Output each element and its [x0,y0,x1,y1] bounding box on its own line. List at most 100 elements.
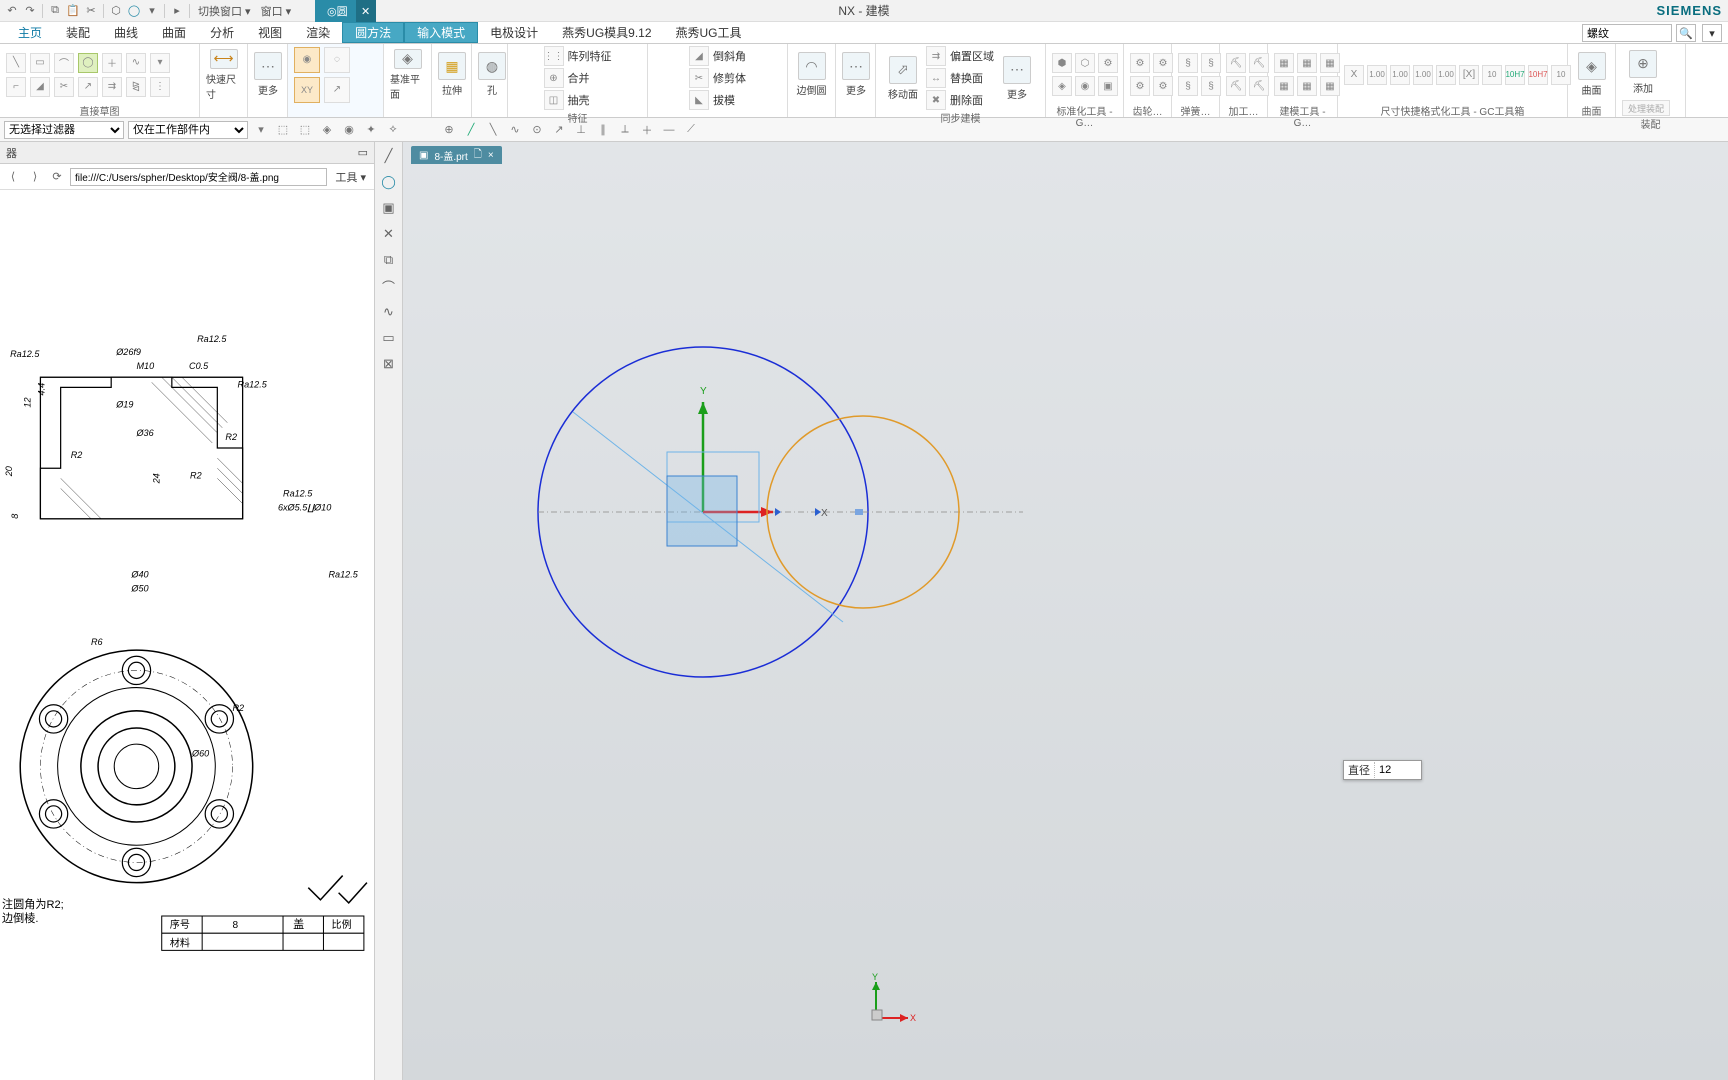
std-tool-icon[interactable]: ◉ [1075,76,1095,96]
tab-render[interactable]: 渲染 [294,22,342,43]
vx-icon[interactable]: ✕ [379,224,399,244]
gear-tool-icon[interactable]: ⚙ [1130,76,1150,96]
selection-filter-select[interactable]: 无选择过滤器 [4,121,124,139]
gear-tool-icon[interactable]: ⚙ [1130,53,1150,73]
tab-home[interactable]: 主页 [6,22,54,43]
replace-label[interactable]: 替换面 [950,70,983,86]
cut-icon[interactable]: ✂ [83,3,99,19]
draft-label[interactable]: 拔模 [713,92,735,108]
snap-icon[interactable]: ↗ [550,121,568,139]
help-menu[interactable]: ▾ [1702,24,1722,42]
model-tool-icon[interactable]: ▦ [1274,53,1294,73]
spring-tool-icon[interactable]: § [1201,53,1221,73]
dropdown-icon[interactable]: ▾ [144,3,160,19]
gear-tool-icon[interactable]: ⚙ [1153,76,1173,96]
snap-icon[interactable]: ⊙ [528,121,546,139]
tab-yanxiu-tools[interactable]: 燕秀UG工具 [664,22,754,43]
more3-button[interactable]: ⋯更多 [996,52,1038,104]
refresh-icon[interactable]: ⟳ [48,168,66,186]
line-icon[interactable]: ╲ [6,53,26,73]
dim-tool-icon[interactable]: X [1344,65,1364,85]
trim-sk-icon[interactable]: ✂ [54,77,74,97]
chamfer-icon[interactable]: ◢ [689,46,709,66]
snap-icon[interactable]: ＋ [638,121,656,139]
vcircle-icon[interactable]: ◯ [379,172,399,192]
paste-icon[interactable]: 📋 [65,3,81,19]
draft-icon[interactable]: ◣ [689,90,709,110]
mfg-tool-icon[interactable]: ⛏ [1249,76,1269,96]
edge-blend-button[interactable]: ◠边倒圆 [794,49,829,101]
circle-center-icon[interactable]: ◉ [294,47,320,73]
dimension-input[interactable]: 直径 [1343,760,1422,780]
mfg-tool-icon[interactable]: ⛏ [1226,53,1246,73]
arc-icon[interactable]: ⌒ [54,53,74,73]
search-input[interactable] [1582,24,1672,42]
forward-icon[interactable]: ⟩ [26,168,44,186]
tab-surface[interactable]: 曲面 [150,22,198,43]
sel-icon[interactable]: ⬚ [274,121,292,139]
tab-yanxiu912[interactable]: 燕秀UG模具9.12 [550,22,663,43]
std-tool-icon[interactable]: ▣ [1098,76,1118,96]
dim-tool-icon[interactable]: 1.00 [1390,65,1410,85]
close-icon[interactable]: ✕ [356,0,376,22]
shell-icon[interactable]: ◫ [544,90,564,110]
path-input[interactable] [70,168,327,186]
switch-window-menu[interactable]: 切换窗口 ▾ [194,3,255,19]
pattern-label[interactable]: 阵列特征 [568,48,612,64]
tab-circle-method[interactable]: 圆方法 [342,22,404,43]
trim-label[interactable]: 修剪体 [713,70,746,86]
dim-tool-icon[interactable]: 1.00 [1436,65,1456,85]
trim-body-icon[interactable]: ✂ [689,68,709,88]
union-icon[interactable]: ⊕ [544,68,564,88]
back-icon[interactable]: ⟨ [4,168,22,186]
snap-icon[interactable]: ∿ [506,121,524,139]
circle-tool-icon[interactable]: ◯ [78,53,98,73]
add-asm-button[interactable]: ⊕添加 [1622,46,1664,98]
union-label[interactable]: 合并 [568,70,590,86]
dim-tool-icon[interactable]: [X] [1459,65,1479,85]
scope-select[interactable]: 仅在工作部件内 [128,121,248,139]
chamfer-label[interactable]: 倒斜角 [713,48,746,64]
sel-icon[interactable]: ⟡ [384,121,402,139]
extend-icon[interactable]: ↗ [78,77,98,97]
delete-face-icon[interactable]: ✖ [926,90,946,110]
spring-tool-icon[interactable]: § [1201,76,1221,96]
dim-tool-icon[interactable]: 1.00 [1367,65,1387,85]
vline-icon[interactable]: ╱ [379,146,399,166]
shell-label[interactable]: 抽壳 [568,92,590,108]
panel-collapse-icon[interactable]: ▭ [358,146,368,159]
window-menu[interactable]: 窗口 ▾ [257,3,296,19]
tools-menu[interactable]: 工具 ▾ [331,169,370,185]
undo-icon[interactable]: ↶ [4,3,20,19]
dim-tool-icon[interactable]: 10H7 [1528,65,1548,85]
std-tool-icon[interactable]: ⬢ [1052,53,1072,73]
extrude-button[interactable]: ▦拉伸 [438,49,466,101]
sel-icon[interactable]: ✦ [362,121,380,139]
sel-icon[interactable]: ◉ [340,121,358,139]
offset-region-label[interactable]: 偏置区域 [950,48,994,64]
dim-tool-icon[interactable]: 10H7 [1505,65,1525,85]
pattern-icon[interactable]: ⋮⋮ [544,46,564,66]
filter-icon[interactable]: ▾ [252,121,270,139]
mfg-tool-icon[interactable]: ⛏ [1249,53,1269,73]
more-button[interactable]: ⋯更多 [254,49,282,101]
snap-icon[interactable]: ∥ [594,121,612,139]
delete-face-label[interactable]: 删除面 [950,92,983,108]
datum-button[interactable]: ◈基准平面 [390,49,425,101]
xy-mode-button[interactable]: XY [294,77,320,103]
snap-icon[interactable]: ⊥ [572,121,590,139]
view-triad[interactable]: Y X [858,970,918,1030]
std-tool-icon[interactable]: ⚙ [1098,53,1118,73]
point-icon[interactable]: ＋ [102,53,122,73]
snap-icon[interactable]: — [660,121,678,139]
tab-analysis[interactable]: 分析 [198,22,246,43]
offset-region-icon[interactable]: ⇉ [926,46,946,66]
replace-face-icon[interactable]: ↔ [926,68,946,88]
tab-assembly[interactable]: 装配 [54,22,102,43]
spline-icon[interactable]: ∿ [126,53,146,73]
circle-3pt-icon[interactable]: ◌ [324,47,350,73]
shape-icon[interactable]: ⬡ [108,3,124,19]
more2-button[interactable]: ⋯更多 [842,49,870,101]
std-tool-icon[interactable]: ⬡ [1075,53,1095,73]
polar-mode-icon[interactable]: ↗ [324,77,350,103]
